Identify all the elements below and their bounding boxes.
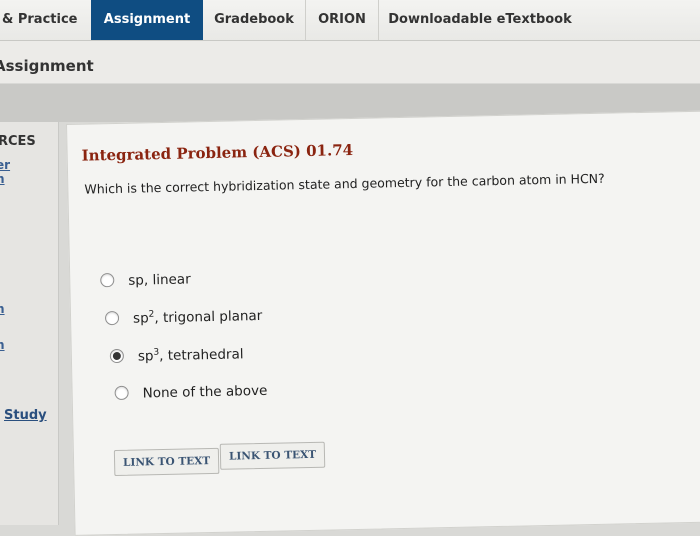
question-panel: Integrated Problem (ACS) 01.74 Which is … [66,110,700,536]
section-header [0,41,700,83]
sidebar-link-5[interactable]: n [0,302,5,316]
sidebar-study-link[interactable]: Study [4,408,47,423]
option-none-of-the-above[interactable]: None of the above [114,382,267,402]
radio-selected-icon[interactable] [109,348,125,363]
radio-icon[interactable] [114,385,129,400]
link-to-text-button-1[interactable]: LINK TO TEXT [113,447,220,477]
question-title: Integrated Problem (ACS) 01.74 [81,140,354,165]
sidebar-link-1[interactable]: er [0,158,10,172]
option-label: sp, linear [128,270,191,289]
link-to-text-button-2[interactable]: LINK TO TEXT [219,441,326,470]
tab-assignment[interactable]: Assignment [91,0,203,40]
sidebar-link-2[interactable]: n [0,172,5,186]
radio-icon[interactable] [104,310,120,325]
tab-gradebook[interactable]: Gradebook [203,0,306,40]
option-label: None of the above [142,382,268,401]
sidebar-heading: RCES [0,134,36,149]
question-prompt: Which is the correct hybridization state… [84,170,605,197]
page-title: Assignment [0,57,94,75]
option-label: sp3, tetrahedral [137,345,244,365]
option-label: sp2, trigonal planar [132,307,263,327]
option-sp3-tetrahedral[interactable]: sp3, tetrahedral [109,345,244,365]
left-sidebar [0,122,59,525]
sidebar-link-6[interactable]: n [0,338,5,352]
tab-orion[interactable]: ORION [306,0,379,40]
option-sp-linear[interactable]: sp, linear [100,270,191,288]
tab-practice[interactable]: & Practice [0,0,93,40]
option-sp2-trigonal-planar[interactable]: sp2, trigonal planar [104,307,263,327]
tab-etextbook[interactable]: Downloadable eTextbook [380,0,580,40]
top-tab-bar: & Practice Assignment Gradebook ORION Do… [0,0,700,41]
radio-icon[interactable] [100,272,115,287]
